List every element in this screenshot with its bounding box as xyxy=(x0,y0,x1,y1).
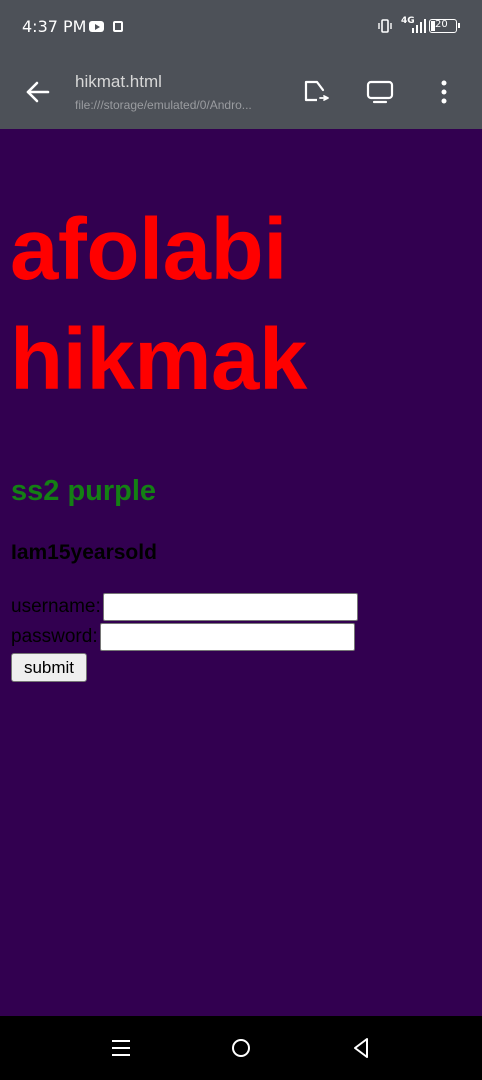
youtube-icon xyxy=(89,21,104,32)
username-row: username: xyxy=(11,593,358,621)
password-input[interactable] xyxy=(99,623,355,651)
age-heading: Iam15yearsold xyxy=(11,541,157,564)
menu-icon[interactable] xyxy=(107,1034,135,1062)
heading-line-2: hikmak xyxy=(10,311,307,408)
more-vert-icon[interactable] xyxy=(428,76,460,108)
page-title: hikmat.html xyxy=(75,72,162,91)
battery-icon: 20 xyxy=(429,19,460,33)
signal-icon xyxy=(412,19,426,33)
username-input[interactable] xyxy=(102,593,358,621)
heading-line-1: afolabi xyxy=(10,201,287,298)
home-icon[interactable] xyxy=(227,1034,255,1062)
message-icon xyxy=(113,21,123,32)
page-url: file:///storage/emulated/0/Andro... xyxy=(75,98,252,112)
back-icon[interactable] xyxy=(347,1034,375,1062)
password-row: password: xyxy=(11,623,355,651)
password-label: password: xyxy=(11,626,98,647)
username-label: username: xyxy=(11,596,101,617)
status-bar: 4:37 PM 4G 20 xyxy=(0,0,482,54)
back-arrow-icon[interactable] xyxy=(22,76,54,108)
browser-toolbar: hikmat.html file:///storage/emulated/0/A… xyxy=(0,54,482,129)
main-heading: afolabi hikmak xyxy=(10,195,470,415)
vibrate-icon xyxy=(378,19,392,33)
system-nav-bar xyxy=(0,1016,482,1080)
submit-button[interactable]: submit xyxy=(11,653,87,682)
status-time: 4:37 PM xyxy=(22,17,87,36)
share-icon[interactable] xyxy=(300,76,332,108)
web-page-content: afolabi hikmak ss2 purple Iam15yearsold … xyxy=(0,129,482,1016)
desktop-icon[interactable] xyxy=(364,76,396,108)
battery-percent: 20 xyxy=(435,19,448,30)
class-heading: ss2 purple xyxy=(11,475,157,507)
